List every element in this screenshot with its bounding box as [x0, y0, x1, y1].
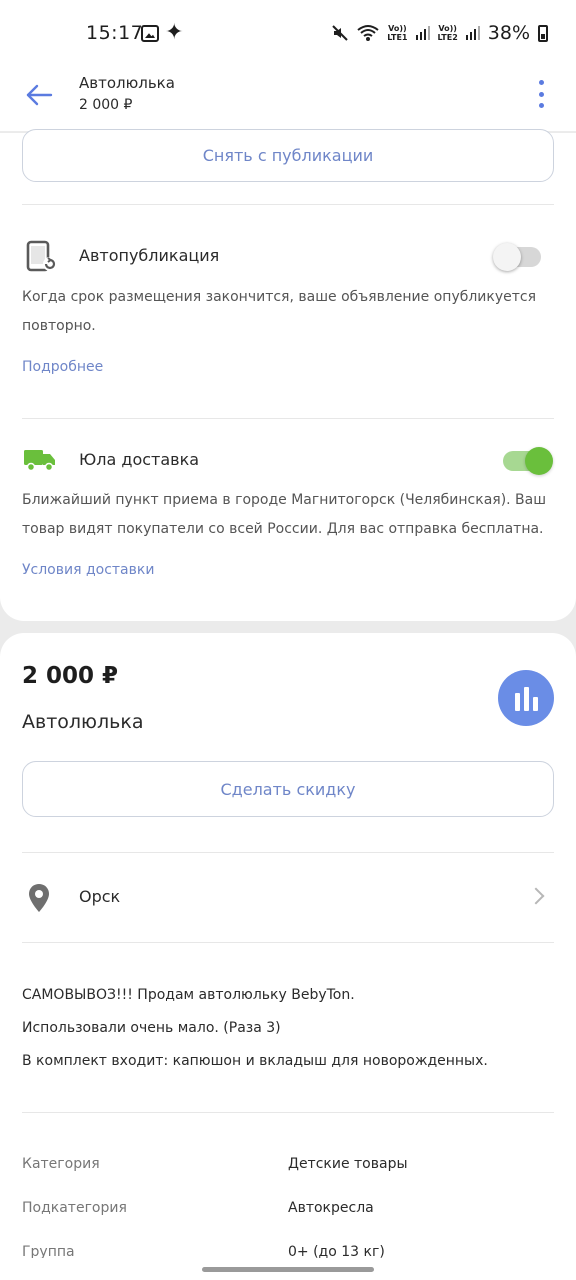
attribute-label: Подкатегория [22, 1200, 127, 1216]
autopublish-more-link[interactable]: Подробнее [22, 359, 103, 375]
header-title: Автолюлька [79, 74, 175, 92]
header-price: 2 000 ₽ [79, 97, 133, 113]
divider [22, 204, 554, 205]
delivery-title: Юла доставка [79, 450, 200, 469]
screen: 15:17 ✦ Vo)) LTE1 Vo)) LTE2 38% Автолюль… [0, 0, 576, 1280]
delivery-terms-link[interactable]: Условия доставки [22, 562, 154, 578]
autopublish-title: Автопубликация [79, 246, 220, 265]
location-row[interactable]: Орск [0, 853, 576, 943]
bar-chart-icon [514, 693, 520, 711]
mute-icon [332, 25, 348, 41]
delivery-toggle[interactable] [503, 447, 553, 475]
description-line: Использовали очень мало. (Раза 3) [22, 1020, 281, 1036]
attribute-value: Автокресла [288, 1200, 374, 1216]
listing-card: 2 000 ₽ Автолюлька Сделать скидку Орск С… [0, 633, 576, 1280]
sim1-label: Vo)) LTE1 [387, 24, 408, 42]
battery-percent: 38% [487, 22, 530, 44]
map-pin-icon [29, 884, 49, 912]
listing-title: Автолюлька [22, 711, 144, 733]
signal-icon [465, 26, 480, 40]
divider [22, 1112, 554, 1113]
status-bar: 15:17 ✦ Vo)) LTE1 Vo)) LTE2 38% [0, 0, 576, 70]
delivery-description: Ближайший пункт приема в городе Магнитог… [22, 492, 547, 537]
arrow-left-icon [26, 84, 53, 106]
back-button[interactable] [22, 80, 56, 110]
status-time: 15:17 [86, 22, 144, 44]
autopublish-toggle[interactable] [493, 243, 541, 271]
battery-icon [538, 24, 548, 42]
sparkle-icon: ✦ [165, 20, 184, 45]
home-gesture-bar[interactable] [202, 1267, 374, 1272]
listing-price: 2 000 ₽ [22, 663, 119, 689]
description-line: САМОВЫВОЗ!!! Продам автолюльку BebyTon. [22, 987, 355, 1003]
attribute-label: Категория [22, 1156, 100, 1172]
signal-icon [415, 26, 430, 40]
divider [22, 418, 554, 419]
statistics-button[interactable] [498, 670, 554, 726]
divider [22, 942, 554, 943]
sim2-label: Vo)) LTE2 [437, 24, 458, 42]
autopublish-description: Когда срок размещения закончится, ваше о… [22, 289, 537, 334]
wifi-icon [357, 25, 379, 41]
make-discount-button[interactable]: Сделать скидку [22, 761, 554, 817]
attribute-value: Детские товары [288, 1156, 408, 1172]
more-vertical-icon[interactable] [536, 80, 546, 108]
status-icons: Vo)) LTE1 Vo)) LTE2 38% [331, 22, 548, 44]
delivery-truck-icon [24, 450, 55, 472]
location-city: Орск [79, 887, 121, 906]
publication-settings-card: Снять с публикации Автопубликация Когда … [0, 129, 576, 621]
unpublish-button[interactable]: Снять с публикации [22, 129, 554, 182]
description-line: В комплект входит: капюшон и вкладыш для… [22, 1053, 488, 1069]
device-refresh-icon [26, 240, 57, 272]
gallery-icon [141, 25, 159, 42]
app-header: Автолюлька 2 000 ₽ [0, 70, 576, 132]
chevron-right-icon [527, 887, 545, 905]
